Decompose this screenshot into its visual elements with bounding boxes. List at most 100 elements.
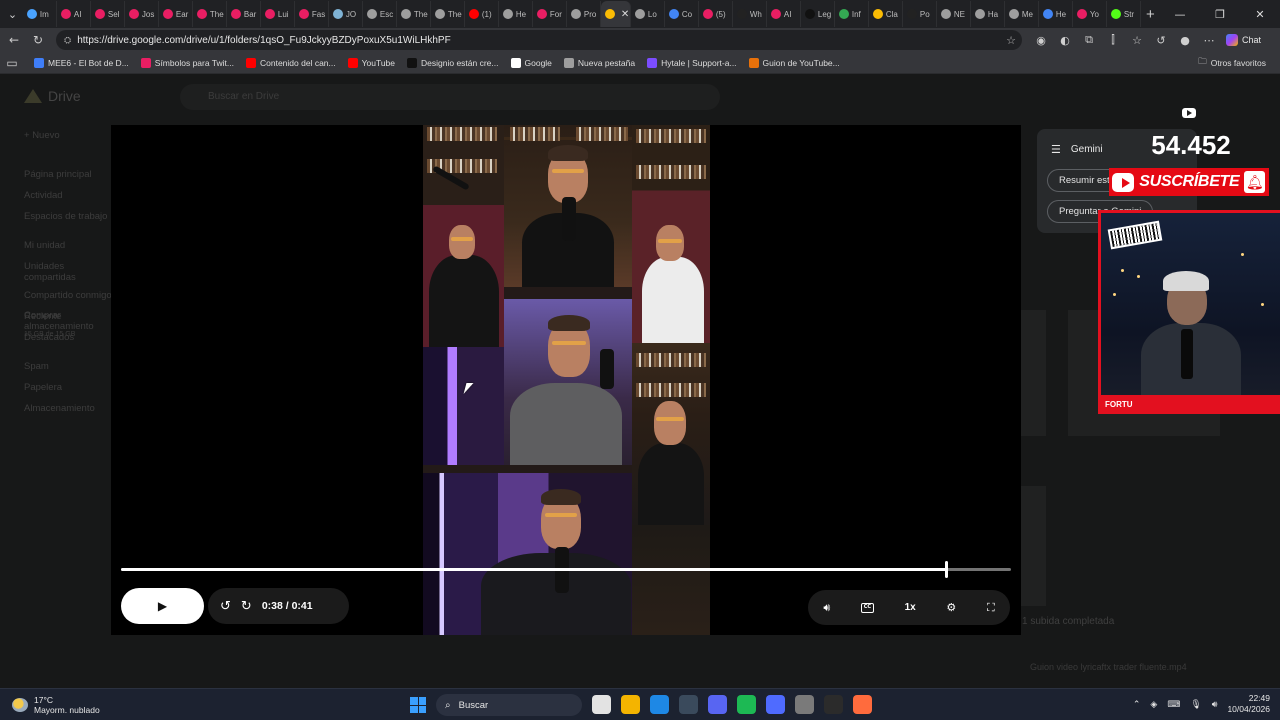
bookmark-item[interactable]: Contenido del can... <box>246 57 336 68</box>
profile-avatar[interactable]: ● <box>1176 34 1194 47</box>
tab[interactable]: (1) <box>465 1 499 27</box>
split-view-icon[interactable]: ⫿ <box>1104 33 1122 47</box>
close-window-icon[interactable]: ✕ <box>1240 8 1280 21</box>
sidebar-item[interactable]: Almacenamiento <box>24 403 114 424</box>
clock[interactable]: 22:49 10/04/2026 <box>1227 693 1270 715</box>
tray-chevron-icon[interactable]: ⌃ <box>1133 699 1141 710</box>
bookmark-item[interactable]: Símbolos para Twit... <box>140 57 234 68</box>
buy-storage-button[interactable]: Comprar almacenamiento <box>24 310 114 332</box>
tab[interactable]: For <box>533 1 567 27</box>
more-menu-icon[interactable]: ⋯ <box>1200 34 1218 47</box>
bookmark-item[interactable]: Guion de YouTube... <box>748 57 840 68</box>
file-thumbnail[interactable] <box>1020 310 1046 436</box>
taskbar-app-icon[interactable] <box>621 695 640 714</box>
sidebar-toggle-icon[interactable]: ▭ <box>2 56 22 70</box>
fullscreen-icon[interactable]: ⛶ <box>987 601 995 615</box>
back-icon[interactable]: ← <box>2 33 26 47</box>
sidebar-item[interactable]: Unidades compartidas <box>24 261 114 283</box>
tray-app-icon[interactable]: ◈ <box>1150 699 1157 710</box>
tab[interactable]: Po <box>903 1 937 27</box>
copilot-chat-button[interactable]: Chat <box>1226 34 1261 46</box>
new-button[interactable]: + Nuevo <box>24 130 114 151</box>
captions-icon[interactable]: CC <box>860 602 874 613</box>
forward-10-icon[interactable]: ↻ <box>241 599 252 614</box>
taskbar-app-icon[interactable] <box>795 695 814 714</box>
tab[interactable]: He <box>1039 1 1073 27</box>
tab[interactable]: (5) <box>699 1 733 27</box>
sidebar-item[interactable]: Spam <box>24 361 114 382</box>
tab-active[interactable]: ✕ <box>600 1 631 27</box>
bookmark-item[interactable]: Hytale | Support-a... <box>647 57 737 68</box>
volume-tray-icon[interactable]: 🔊︎ <box>1212 699 1218 710</box>
reload-icon[interactable]: ↻ <box>26 33 50 47</box>
bookmark-star-icon[interactable]: ☆ <box>1006 34 1016 47</box>
url-input[interactable]: ⛭ https://drive.google.com/drive/u/1/fol… <box>56 30 1022 50</box>
tab[interactable]: Bar <box>227 1 261 27</box>
new-tab-button[interactable]: + <box>1141 6 1160 23</box>
tab[interactable]: Ear <box>159 1 193 27</box>
volume-icon[interactable]: 🔊︎ <box>823 601 830 615</box>
other-bookmarks[interactable]: 🗀 Otros favoritos <box>1198 56 1266 70</box>
network-icon[interactable]: ⌨ <box>1167 699 1180 710</box>
maximize-icon[interactable]: ❐ <box>1200 8 1240 21</box>
taskbar-app-icon[interactable] <box>766 695 785 714</box>
tab[interactable]: Im <box>23 1 57 27</box>
taskbar-app-icon[interactable] <box>592 695 611 714</box>
bookmark-item[interactable]: Google <box>510 57 552 68</box>
sidebar-item[interactable]: Página principal <box>24 169 114 190</box>
tab[interactable]: Lui <box>261 1 295 27</box>
taskbar-app-icon[interactable] <box>824 695 843 714</box>
drive-search-input[interactable]: Buscar en Drive <box>180 84 720 110</box>
tab[interactable]: AI <box>767 1 801 27</box>
speed-button[interactable]: 1x <box>905 602 916 613</box>
tab[interactable]: Co <box>665 1 699 27</box>
tab[interactable]: JO <box>329 1 363 27</box>
tab[interactable]: Leg <box>801 1 835 27</box>
bookmark-item[interactable]: YouTube <box>347 57 395 68</box>
taskbar-app-icon[interactable] <box>708 695 727 714</box>
tab[interactable]: Str <box>1107 1 1141 27</box>
tab[interactable]: Pro <box>567 1 601 27</box>
tab[interactable]: Yo <box>1073 1 1107 27</box>
favorites-icon[interactable]: ☆ <box>1128 34 1146 47</box>
extension-icon[interactable]: ◐ <box>1056 34 1074 47</box>
tab[interactable]: Lo <box>631 1 665 27</box>
tab[interactable]: NE <box>937 1 971 27</box>
play-button[interactable]: ▶ <box>121 588 204 624</box>
taskbar-app-icon[interactable] <box>853 695 872 714</box>
taskbar-search[interactable]: ⌕ Buscar <box>436 694 582 716</box>
tab[interactable]: He <box>499 1 533 27</box>
rewind-10-icon[interactable]: ↺ <box>220 599 231 614</box>
tab[interactable]: Cla <box>869 1 903 27</box>
bookmark-item[interactable]: MEE6 - El Bot de D... <box>34 57 129 68</box>
file-thumbnail[interactable] <box>1020 486 1046 606</box>
settings-gear-icon[interactable]: ⚙ <box>946 601 956 614</box>
taskbar-app-icon[interactable] <box>737 695 756 714</box>
minimize-icon[interactable]: — <box>1160 8 1200 21</box>
tab-search-icon[interactable]: ⌄ <box>2 2 23 26</box>
progress-thumb[interactable] <box>945 561 949 578</box>
tab[interactable]: AI <box>57 1 91 27</box>
site-info-icon[interactable]: ⛭ <box>64 35 71 46</box>
mic-icon[interactable]: 🎙︎ <box>1190 699 1201 710</box>
sidebar-item[interactable]: Espacios de trabajo <box>24 211 114 232</box>
sidebar-item[interactable]: Compartido conmigo <box>24 290 114 311</box>
tab[interactable]: The <box>193 1 227 27</box>
tab[interactable]: Wh <box>733 1 767 27</box>
bookmark-item[interactable]: Nueva pestaña <box>563 57 635 68</box>
close-tab-icon[interactable]: ✕ <box>621 9 629 20</box>
start-button[interactable] <box>410 697 426 713</box>
tab[interactable]: Me <box>1005 1 1039 27</box>
extensions-puzzle-icon[interactable]: ⧉ <box>1080 33 1098 47</box>
tab[interactable]: Jos <box>125 1 159 27</box>
video-player[interactable]: ▶ ↺ ↻ 0:38 / 0:41 🔊︎ CC 1x ⚙ ⛶ <box>111 125 1021 635</box>
sidebar-item[interactable]: Actividad <box>24 190 114 211</box>
tab[interactable]: Ha <box>971 1 1005 27</box>
progress-bar[interactable] <box>121 561 1011 578</box>
bookmark-item[interactable]: Designio están cre... <box>407 57 499 68</box>
tab[interactable]: Esc <box>363 1 397 27</box>
tab[interactable]: The <box>431 1 465 27</box>
history-icon[interactable]: ↺ <box>1152 34 1170 47</box>
tab[interactable]: Sel <box>91 1 125 27</box>
extension-icon[interactable]: ◉ <box>1032 34 1050 47</box>
